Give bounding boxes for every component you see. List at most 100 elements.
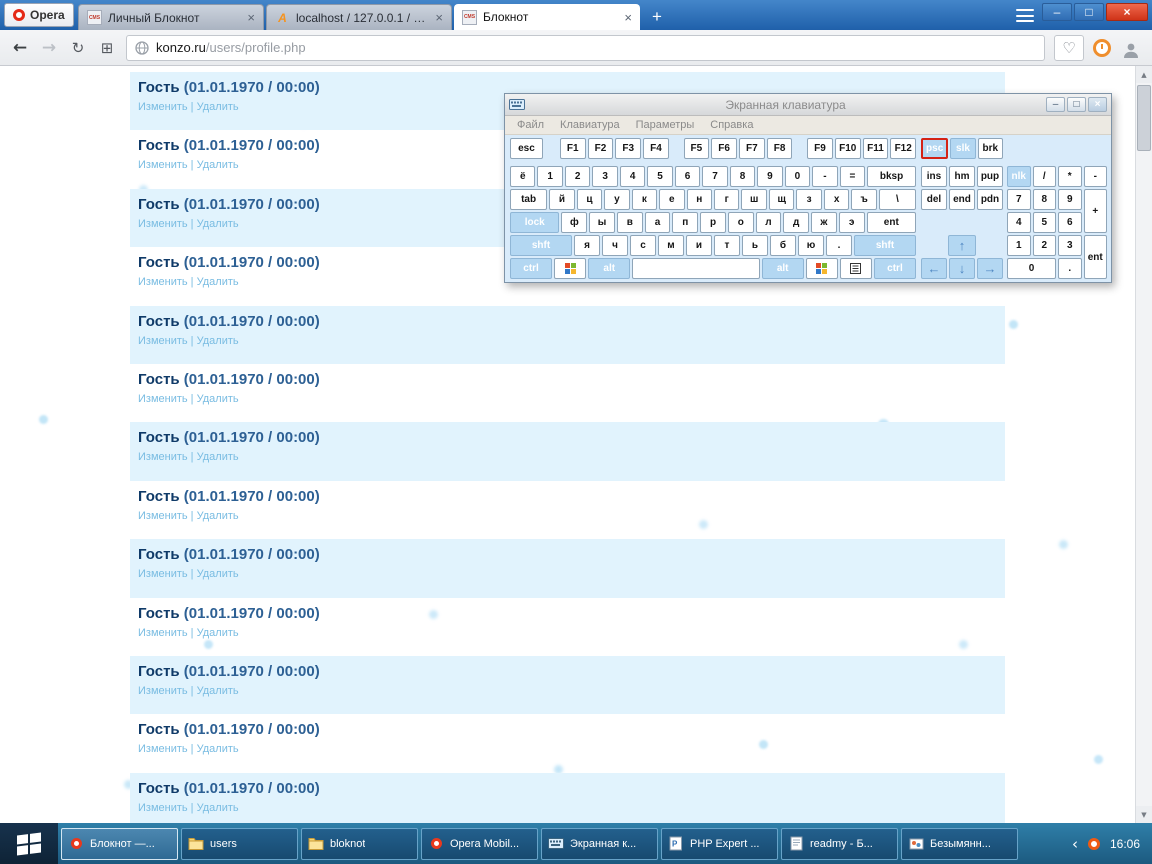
taskbar-item-4[interactable]: Opera Mobil... — [421, 828, 538, 860]
osk-key-ins[interactable]: ins — [921, 166, 947, 187]
delete-link[interactable]: Удалить — [197, 101, 239, 113]
osk-key-и[interactable]: и — [686, 235, 712, 256]
delete-link[interactable]: Удалить — [197, 393, 239, 405]
taskbar-item-6[interactable]: PPHP Expert ... — [661, 828, 778, 860]
osk-key-win[interactable] — [554, 258, 586, 279]
osk-key-ц[interactable]: ц — [577, 189, 602, 210]
osk-key-2[interactable]: 2 — [1033, 235, 1057, 256]
osk-key-3[interactable]: 3 — [592, 166, 617, 187]
osk-key-9[interactable]: 9 — [1058, 189, 1082, 210]
osk-key-х[interactable]: х — [824, 189, 849, 210]
user-icon[interactable] — [1120, 37, 1142, 59]
opera-tray-icon[interactable] — [1088, 838, 1100, 850]
osk-key-к[interactable]: к — [632, 189, 657, 210]
osk-key-.[interactable]: . — [1058, 258, 1082, 279]
tray-collapse-arrow[interactable]: ‹ — [1072, 835, 1078, 853]
osk-key-2[interactable]: 2 — [565, 166, 590, 187]
osk-key-pup[interactable]: pup — [977, 166, 1003, 187]
osk-key-↓[interactable]: ↓ — [949, 258, 975, 279]
osk-key-э[interactable]: э — [839, 212, 865, 233]
taskbar-item-8[interactable]: Безымянн... — [901, 828, 1018, 860]
close-button[interactable]: × — [1106, 3, 1148, 21]
osk-key-ctrl[interactable]: ctrl — [510, 258, 552, 279]
osk-key-F6[interactable]: F6 — [711, 138, 737, 159]
osk-key-alt[interactable]: alt — [762, 258, 804, 279]
osk-key-л[interactable]: л — [756, 212, 782, 233]
scrollbar-thumb[interactable] — [1137, 85, 1151, 151]
osk-menu-item-4[interactable]: Справка — [702, 119, 761, 131]
osk-key-п[interactable]: п — [672, 212, 698, 233]
osk-key-F12[interactable]: F12 — [890, 138, 916, 159]
osk-key-8[interactable]: 8 — [1033, 189, 1057, 210]
osk-key-я[interactable]: я — [574, 235, 600, 256]
tab-2[interactable]: Alocalhost / 127.0.0.1 / kon× — [266, 4, 452, 30]
osk-key-+[interactable]: + — [1084, 189, 1108, 233]
osk-key-→[interactable]: → — [977, 258, 1003, 279]
edit-link[interactable]: Изменить — [138, 685, 188, 697]
osk-key-1[interactable]: 1 — [1007, 235, 1031, 256]
osk-key-9[interactable]: 9 — [757, 166, 782, 187]
delete-link[interactable]: Удалить — [197, 743, 239, 755]
osk-key-1[interactable]: 1 — [537, 166, 562, 187]
delete-link[interactable]: Удалить — [197, 159, 239, 171]
osk-key-nlk[interactable]: nlk — [1007, 166, 1031, 187]
osk-key-д[interactable]: д — [783, 212, 809, 233]
osk-key-ё[interactable]: ё — [510, 166, 535, 187]
osk-key-/[interactable]: / — [1033, 166, 1057, 187]
osk-key-6[interactable]: 6 — [1058, 212, 1082, 233]
osk-key-tab[interactable]: tab — [510, 189, 547, 210]
osk-key-win[interactable] — [806, 258, 838, 279]
taskbar-item-5[interactable]: Экранная к... — [541, 828, 658, 860]
osk-key-4[interactable]: 4 — [620, 166, 645, 187]
osk-close-button[interactable]: × — [1088, 97, 1107, 112]
edit-link[interactable]: Изменить — [138, 218, 188, 230]
osk-key-у[interactable]: у — [604, 189, 629, 210]
osk-maximize-button[interactable]: □ — [1067, 97, 1086, 112]
osk-key-7[interactable]: 7 — [702, 166, 727, 187]
osk-key-м[interactable]: м — [658, 235, 684, 256]
delete-link[interactable]: Удалить — [197, 510, 239, 522]
osk-key-з[interactable]: з — [796, 189, 821, 210]
osk-key-pdn[interactable]: pdn — [977, 189, 1003, 210]
osk-key-а[interactable]: а — [645, 212, 671, 233]
osk-key-ent[interactable]: ent — [1084, 235, 1108, 279]
osk-key-F3[interactable]: F3 — [615, 138, 641, 159]
osk-key-й[interactable]: й — [549, 189, 574, 210]
forward-button[interactable]: → — [39, 38, 59, 58]
edit-link[interactable]: Изменить — [138, 159, 188, 171]
taskbar-item-1[interactable]: Блокнот —... — [61, 828, 178, 860]
osk-key-=[interactable]: = — [840, 166, 865, 187]
osk-key-ф[interactable]: ф — [561, 212, 587, 233]
opera-menu-button[interactable]: Opera — [4, 3, 74, 27]
osk-key-ш[interactable]: ш — [741, 189, 766, 210]
tab-3[interactable]: CMSБлокнот× — [454, 4, 640, 30]
taskbar-item-2[interactable]: users — [181, 828, 298, 860]
osk-key-F4[interactable]: F4 — [643, 138, 669, 159]
osk-key--[interactable]: - — [1084, 166, 1108, 187]
osk-key-6[interactable]: 6 — [675, 166, 700, 187]
delete-link[interactable]: Удалить — [197, 218, 239, 230]
tab-close-icon[interactable]: × — [247, 10, 255, 25]
osk-key-ъ[interactable]: ъ — [851, 189, 876, 210]
osk-key-↑[interactable]: ↑ — [948, 235, 975, 256]
speed-dial-icon[interactable]: ⊞ — [97, 39, 117, 57]
osk-menu-item-1[interactable]: Файл — [509, 119, 552, 131]
osk-menu-item-2[interactable]: Клавиатура — [552, 119, 628, 131]
osk-key-8[interactable]: 8 — [730, 166, 755, 187]
edit-link[interactable]: Изменить — [138, 451, 188, 463]
osk-key-brk[interactable]: brk — [978, 138, 1003, 159]
osk-key-.[interactable]: . — [826, 235, 852, 256]
osk-key-ж[interactable]: ж — [811, 212, 837, 233]
osk-key-F9[interactable]: F9 — [807, 138, 833, 159]
start-button[interactable] — [0, 823, 58, 864]
edit-link[interactable]: Изменить — [138, 510, 188, 522]
osk-menu-item-3[interactable]: Параметры — [628, 119, 703, 131]
osk-key-F8[interactable]: F8 — [767, 138, 793, 159]
osk-key-F10[interactable]: F10 — [835, 138, 861, 159]
osk-key-3[interactable]: 3 — [1058, 235, 1082, 256]
osk-key-5[interactable]: 5 — [647, 166, 672, 187]
osk-key-0[interactable]: 0 — [785, 166, 810, 187]
osk-key-ы[interactable]: ы — [589, 212, 615, 233]
osk-titlebar[interactable]: Экранная клавиатура – □ × — [505, 94, 1111, 116]
osk-key-bksp[interactable]: bksp — [867, 166, 916, 187]
